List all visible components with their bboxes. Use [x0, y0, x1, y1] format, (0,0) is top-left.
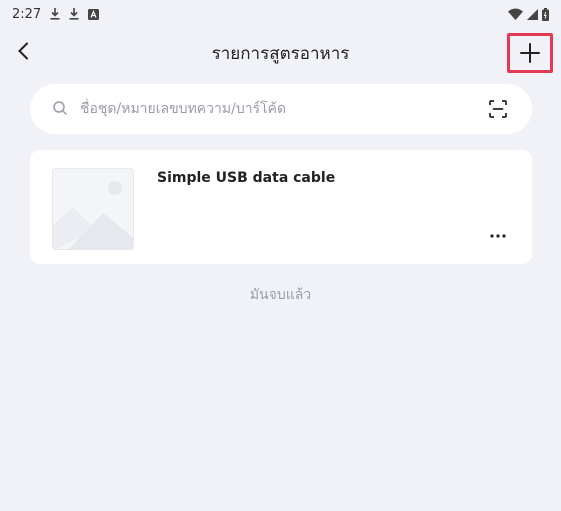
recipe-list-item[interactable]: Simple USB data cable [30, 150, 532, 264]
download-icon [50, 8, 60, 20]
signal-icon [527, 8, 538, 20]
status-time: 2:27 [12, 6, 42, 22]
status-bar: 2:27 [0, 0, 561, 28]
image-placeholder-icon [53, 169, 133, 249]
search-icon [52, 100, 68, 120]
wifi-icon [508, 8, 523, 20]
search-input[interactable] [80, 94, 480, 124]
scan-icon [489, 100, 507, 118]
app-bar: รายการสูตรอาหาร [0, 28, 561, 74]
app-notification-icon [88, 8, 100, 20]
status-right [508, 7, 549, 21]
more-options-button[interactable] [486, 228, 510, 244]
status-left: 2:27 [12, 6, 100, 22]
end-of-list-text: มันจบแล้ว [249, 287, 312, 303]
battery-icon [542, 7, 549, 21]
page-title: รายการสูตรอาหาร [211, 44, 350, 64]
add-recipe-button[interactable] [507, 33, 553, 73]
recipe-name: Simple USB data cable [157, 170, 336, 186]
download-icon [69, 8, 79, 20]
search-bar[interactable] [30, 84, 532, 134]
scan-barcode-button[interactable] [489, 100, 507, 122]
recipe-thumbnail [52, 168, 134, 250]
plus-icon [520, 43, 540, 63]
more-icon [490, 234, 506, 238]
